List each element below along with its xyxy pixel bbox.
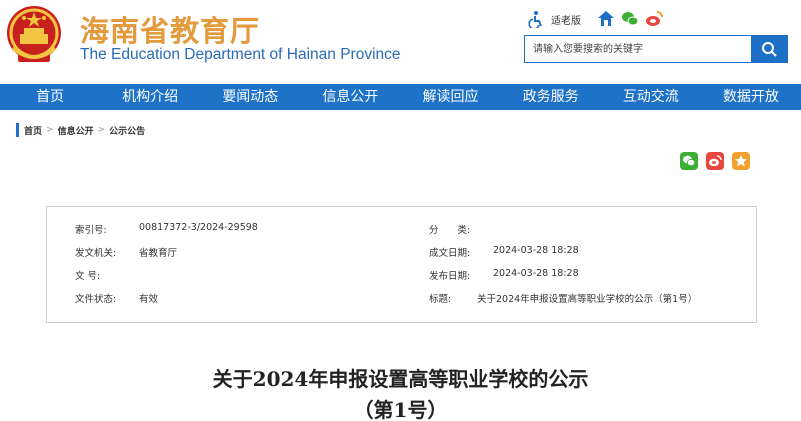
nav-item-services[interactable]: 政务服务: [501, 84, 601, 110]
site-title-cn[interactable]: 海南省教育厅: [80, 8, 260, 50]
nav-item-news[interactable]: 要闻动态: [200, 84, 300, 110]
meta-value-created-date: 2024-03-28 18:28: [493, 245, 579, 256]
meta-row: 发文机关: 省教育厅 成文日期: 2024-03-28 18:28: [47, 245, 756, 259]
nav-item-about[interactable]: 机构介绍: [100, 84, 200, 110]
nav-item-interpretation[interactable]: 解读回应: [401, 84, 501, 110]
document-metadata-box: 索引号: 00817372-3/2024-29598 分 类: 发文机关: 省教…: [46, 206, 757, 323]
wechat-icon[interactable]: [621, 10, 639, 28]
nav-item-info-disclosure[interactable]: 信息公开: [300, 84, 400, 110]
nav-item-interaction[interactable]: 互动交流: [601, 84, 701, 110]
meta-label-status: 文件状态:: [75, 294, 117, 305]
main-nav: 首页 机构介绍 要闻动态 信息公开 解读回应 政务服务 互动交流 数据开放: [0, 84, 801, 110]
meta-value-published-date: 2024-03-28 18:28: [493, 268, 579, 279]
favorite-button[interactable]: [732, 152, 750, 170]
share-weibo-button[interactable]: [706, 152, 724, 170]
meta-label-index-no: 索引号:: [75, 225, 107, 236]
wechat-icon: [683, 155, 696, 167]
search-button[interactable]: [751, 36, 787, 62]
meta-label-doc-no: 文 号:: [75, 271, 101, 282]
breadcrumb-notices[interactable]: 公示公告: [109, 124, 145, 137]
header-tools: 适老版: [527, 8, 669, 30]
share-bar: [680, 152, 758, 170]
meta-row: 索引号: 00817372-3/2024-29598 分 类:: [47, 222, 756, 236]
document-subtitle: （第1号）: [353, 398, 448, 421]
meta-label-title: 标题:: [429, 294, 452, 305]
meta-label-created-date: 成文日期:: [429, 248, 471, 259]
mobile-site-icon[interactable]: [597, 10, 615, 28]
star-icon: [735, 155, 747, 167]
weibo-icon: [709, 155, 722, 167]
search-icon: [762, 42, 777, 57]
breadcrumb-separator: >: [97, 125, 106, 135]
meta-label-category: 分 类:: [429, 225, 471, 236]
meta-value-issuer: 省教育厅: [139, 248, 178, 259]
breadcrumb-info-disclosure[interactable]: 信息公开: [58, 124, 94, 137]
weibo-icon[interactable]: [645, 10, 663, 28]
nav-item-open-data[interactable]: 数据开放: [701, 84, 801, 110]
meta-value-title: 关于2024年申报设置高等职业学校的公示（第1号）: [477, 294, 698, 305]
breadcrumb-home[interactable]: 首页: [24, 124, 42, 137]
meta-label-published-date: 发布日期:: [429, 271, 471, 282]
breadcrumb: 首页 > 信息公开 > 公示公告: [16, 123, 145, 137]
elder-mode-link[interactable]: 适老版: [551, 12, 581, 27]
meta-label-issuer: 发文机关:: [75, 248, 117, 259]
search-box: [524, 35, 788, 63]
meta-row: 文 号: 发布日期: 2024-03-28 18:28: [47, 268, 756, 282]
meta-row: 文件状态: 有效 标题: 关于2024年申报设置高等职业学校的公示（第1号）: [47, 291, 756, 305]
search-input[interactable]: [525, 36, 751, 62]
national-emblem-logo: [7, 6, 61, 62]
meta-value-index-no: 00817372-3/2024-29598: [139, 222, 258, 233]
nav-item-home[interactable]: 首页: [0, 84, 100, 110]
site-header: 海南省教育厅 The Education Department of Haina…: [0, 0, 801, 84]
site-title-en: The Education Department of Hainan Provi…: [80, 46, 401, 63]
document-title: 关于2024年申报设置高等职业学校的公示: [212, 367, 589, 391]
share-wechat-button[interactable]: [680, 152, 698, 170]
meta-value-status: 有效: [139, 294, 159, 305]
accessibility-icon[interactable]: [527, 10, 545, 28]
breadcrumb-separator: >: [46, 125, 54, 135]
